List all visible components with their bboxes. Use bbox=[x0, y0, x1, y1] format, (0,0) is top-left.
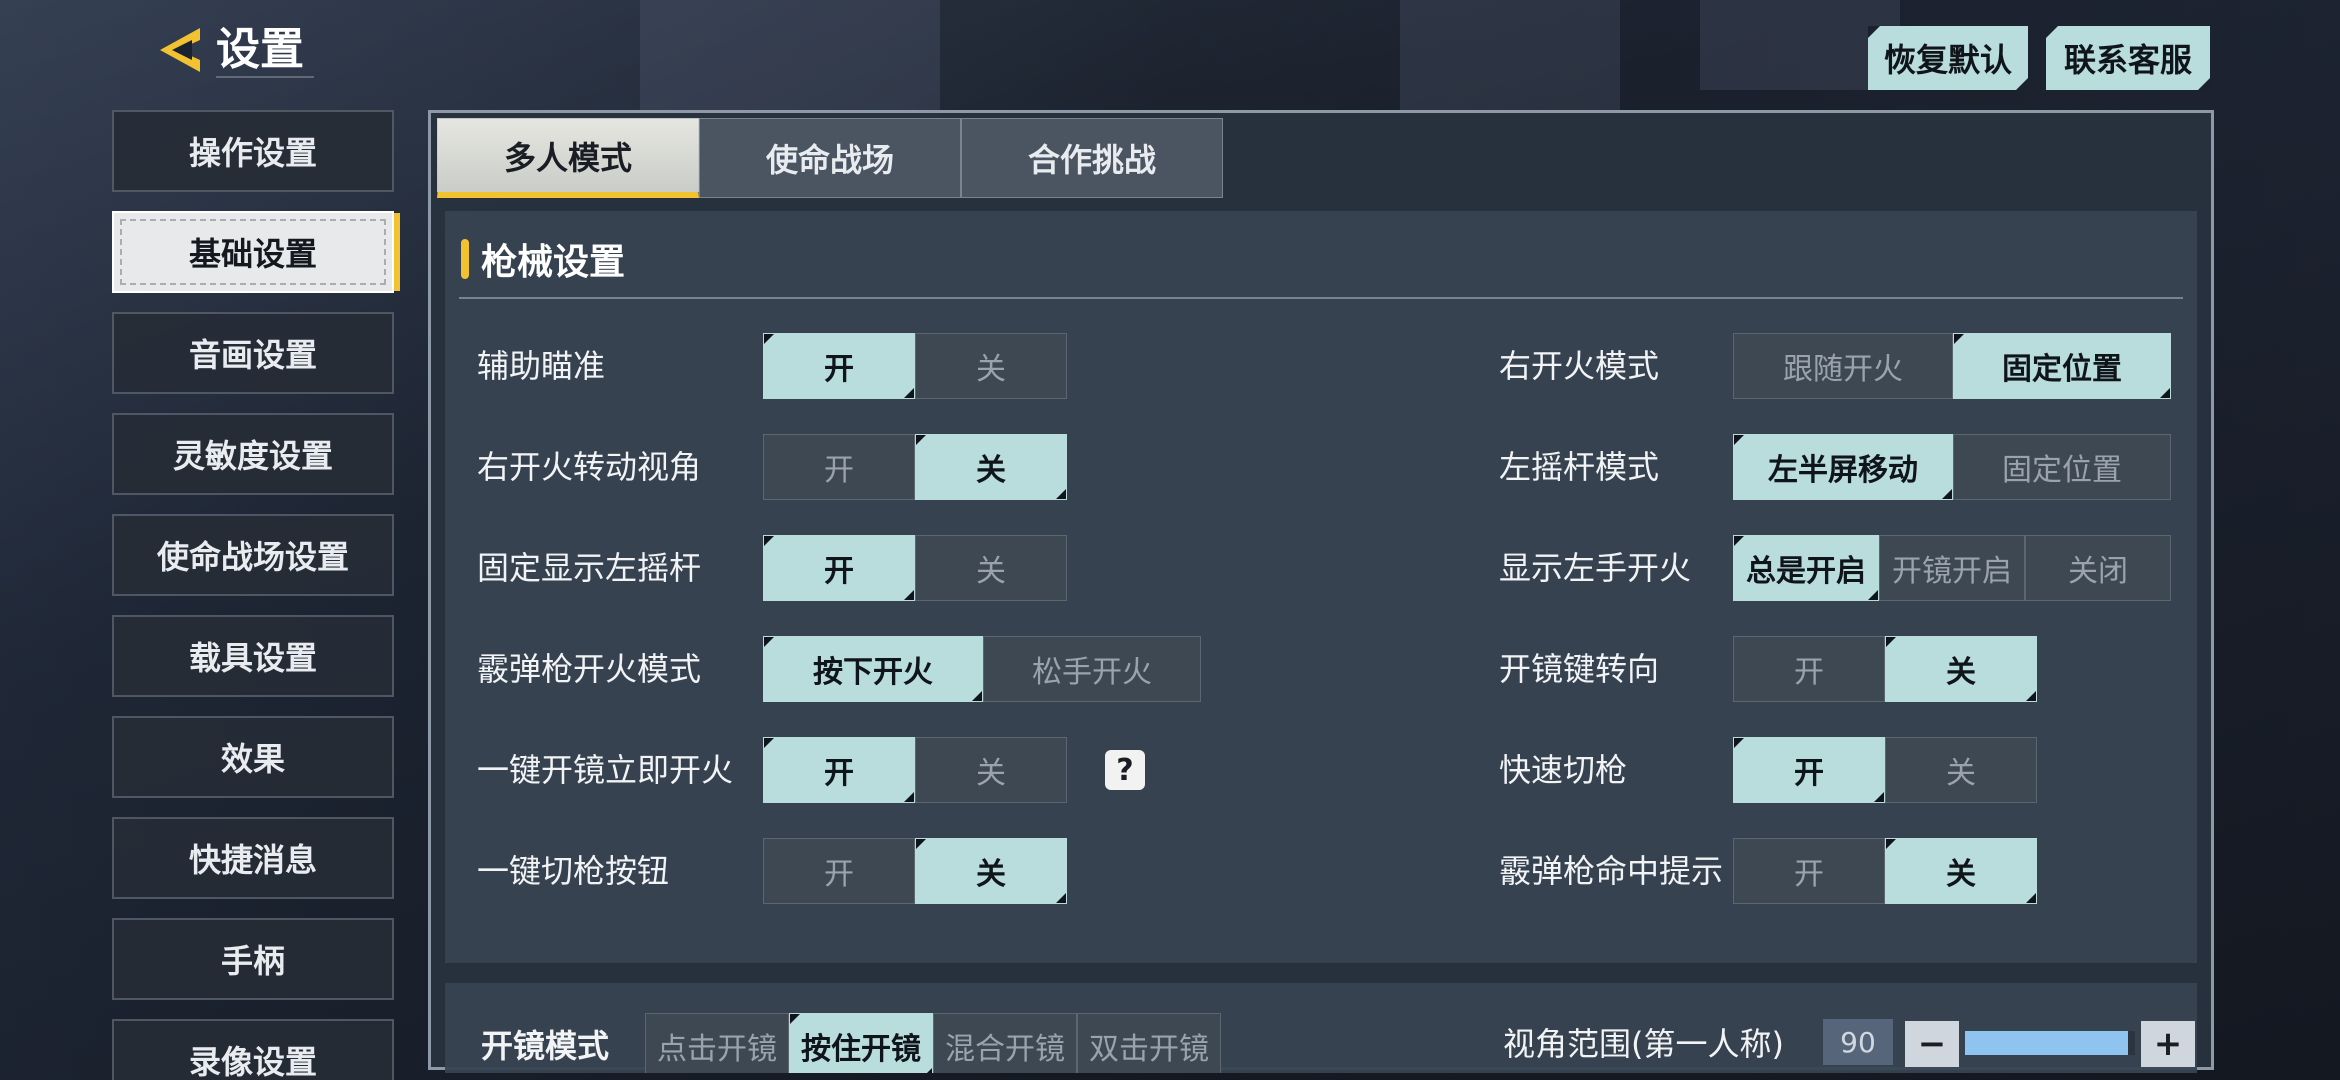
sidebar-item[interactable]: 操作设置 bbox=[112, 110, 394, 192]
sidebar-item-label: 基础设置 bbox=[188, 235, 317, 273]
tab[interactable]: 合作挑战 bbox=[961, 118, 1223, 198]
setting-label: 显示左手开火 bbox=[1499, 549, 1692, 587]
toggle-option[interactable]: 开 bbox=[763, 434, 915, 500]
setting-label: 固定显示左摇杆 bbox=[477, 549, 702, 587]
toggle-option[interactable]: 开 bbox=[1733, 737, 1885, 803]
weapon-settings-section: 枪械设置 辅助瞄准开关右开火转动视角开关固定显示左摇杆开关霰弹枪开火模式 按下开火… bbox=[445, 211, 2197, 963]
toggle-group: 开关 bbox=[763, 737, 1067, 803]
setting-label: 一键开镜立即开火 bbox=[477, 751, 734, 789]
toggle-option[interactable]: 固定位置 bbox=[1953, 434, 2171, 500]
toggle-group: 跟随开火 固定位置 bbox=[1733, 333, 2171, 399]
setting-label: 左摇杆模式 bbox=[1499, 448, 1660, 486]
toggle-group: 开关 bbox=[1733, 838, 2037, 904]
fov-slider[interactable] bbox=[1965, 1031, 2135, 1055]
sidebar-item-label: 操作设置 bbox=[188, 134, 317, 172]
sidebar-item[interactable]: 基础设置 bbox=[112, 211, 394, 293]
scope-mode-option[interactable]: 双击开镜 bbox=[1077, 1013, 1221, 1073]
setting-label: 辅助瞄准 bbox=[477, 347, 606, 385]
restore-default-button[interactable]: 恢复默认 bbox=[1868, 26, 2028, 90]
page-title: 设置 bbox=[216, 22, 314, 78]
setting-label: 右开火模式 bbox=[1499, 347, 1660, 385]
sidebar-item-label: 手柄 bbox=[220, 942, 285, 980]
toggle-option[interactable]: 关闭 bbox=[2025, 535, 2171, 601]
toggle-option[interactable]: 关 bbox=[1885, 838, 2037, 904]
sidebar-item[interactable]: 快捷消息 bbox=[112, 817, 394, 899]
toggle-option[interactable]: 松手开火 bbox=[983, 636, 1201, 702]
back-button[interactable] bbox=[150, 20, 210, 80]
toggle-group: 开关 bbox=[763, 434, 1067, 500]
fov-increase-button[interactable]: + bbox=[2141, 1021, 2195, 1067]
tab[interactable]: 多人模式 bbox=[437, 118, 699, 198]
scope-mode-selector: 点击开镜 按住开镜 混合开镜 双击开镜 bbox=[645, 1013, 1221, 1073]
back-arrow-icon bbox=[160, 28, 200, 72]
section-divider bbox=[459, 297, 2183, 299]
sidebar-item-label: 音画设置 bbox=[188, 336, 317, 374]
toggle-option[interactable]: 关 bbox=[915, 434, 1067, 500]
section-marker bbox=[461, 239, 469, 279]
contact-support-button[interactable]: 联系客服 bbox=[2046, 26, 2210, 90]
settings-panel: 多人模式 使命战场 合作挑战 枪械设置 辅助瞄准开关右开火转动视角开关固定显示左摇杆… bbox=[428, 110, 2214, 1073]
setting-label: 霰弹枪开火模式 bbox=[477, 650, 702, 688]
toggle-option[interactable]: 开 bbox=[1733, 636, 1885, 702]
toggle-option[interactable]: 关 bbox=[915, 333, 1067, 399]
scope-mode-option[interactable]: 混合开镜 bbox=[933, 1013, 1077, 1073]
toggle-option[interactable]: 开 bbox=[763, 535, 915, 601]
setting-label: 霰弹枪命中提示 bbox=[1499, 852, 1724, 890]
setting-label: 快速切枪 bbox=[1499, 751, 1628, 789]
tab[interactable]: 使命战场 bbox=[699, 118, 961, 198]
toggle-group: 按下开火 松手开火 bbox=[763, 636, 1201, 702]
help-icon[interactable]: ? bbox=[1105, 750, 1145, 790]
toggle-option[interactable]: 开镜开启 bbox=[1879, 535, 2025, 601]
toggle-option[interactable]: 按下开火 bbox=[763, 636, 983, 702]
toggle-option[interactable]: 关 bbox=[915, 838, 1067, 904]
toggle-option[interactable]: 固定位置 bbox=[1953, 333, 2171, 399]
toggle-group: 总是开启 开镜开启 关闭 bbox=[1733, 535, 2171, 601]
fov-decrease-button[interactable]: − bbox=[1905, 1021, 1959, 1067]
sidebar-item[interactable]: 手柄 bbox=[112, 918, 394, 1000]
setting-label: 一键切枪按钮 bbox=[477, 852, 670, 890]
sidebar-item-label: 载具设置 bbox=[188, 639, 317, 677]
toggle-option[interactable]: 关 bbox=[1885, 636, 2037, 702]
sidebar-item[interactable]: 效果 bbox=[112, 716, 394, 798]
sidebar-item[interactable]: 载具设置 bbox=[112, 615, 394, 697]
fov-slider-fill bbox=[1965, 1031, 2129, 1055]
toggle-option[interactable]: 开 bbox=[763, 838, 915, 904]
sidebar-item[interactable]: 使命战场设置 bbox=[112, 514, 394, 596]
scope-mode-option[interactable]: 点击开镜 bbox=[645, 1013, 789, 1073]
scope-mode-label: 开镜模式 bbox=[481, 1027, 610, 1065]
toggle-option[interactable]: 开 bbox=[763, 737, 915, 803]
sidebar-item[interactable]: 录像设置 bbox=[112, 1019, 394, 1080]
toggle-option[interactable]: 开 bbox=[1733, 838, 1885, 904]
scope-mode-option[interactable]: 按住开镜 bbox=[789, 1013, 933, 1073]
sidebar-item-label: 效果 bbox=[220, 740, 285, 778]
sidebar-item[interactable]: 灵敏度设置 bbox=[112, 413, 394, 495]
setting-label: 开镜键转向 bbox=[1499, 650, 1660, 688]
toggle-option[interactable]: 跟随开火 bbox=[1733, 333, 1953, 399]
toggle-group: 开关 bbox=[763, 333, 1067, 399]
sidebar-item-label: 灵敏度设置 bbox=[172, 437, 333, 475]
toggle-group: 左半屏移动 固定位置 bbox=[1733, 434, 2171, 500]
setting-label: 右开火转动视角 bbox=[477, 448, 702, 486]
toggle-option[interactable]: 关 bbox=[1885, 737, 2037, 803]
sidebar-item-label: 快捷消息 bbox=[188, 841, 317, 879]
toggle-group: 开关 bbox=[763, 535, 1067, 601]
sidebar-item-label: 使命战场设置 bbox=[156, 538, 349, 576]
toggle-option[interactable]: 关 bbox=[915, 737, 1067, 803]
toggle-option[interactable]: 关 bbox=[915, 535, 1067, 601]
section-title: 枪械设置 bbox=[461, 229, 625, 289]
fov-value: 90 bbox=[1823, 1019, 1893, 1065]
sidebar-item[interactable]: 音画设置 bbox=[112, 312, 394, 394]
toggle-option[interactable]: 左半屏移动 bbox=[1733, 434, 1953, 500]
toggle-group: 开关 bbox=[763, 838, 1067, 904]
toggle-option[interactable]: 总是开启 bbox=[1733, 535, 1879, 601]
scope-settings-section: 开镜模式 点击开镜 按住开镜 混合开镜 双击开镜 视角范围(第一人称) 90 − + bbox=[445, 983, 2197, 1073]
fov-label: 视角范围(第一人称) bbox=[1503, 1025, 1784, 1063]
toggle-option[interactable]: 开 bbox=[763, 333, 915, 399]
toggle-group: 开关 bbox=[1733, 737, 2037, 803]
sidebar-item-label: 录像设置 bbox=[188, 1043, 317, 1080]
toggle-group: 开关 bbox=[1733, 636, 2037, 702]
